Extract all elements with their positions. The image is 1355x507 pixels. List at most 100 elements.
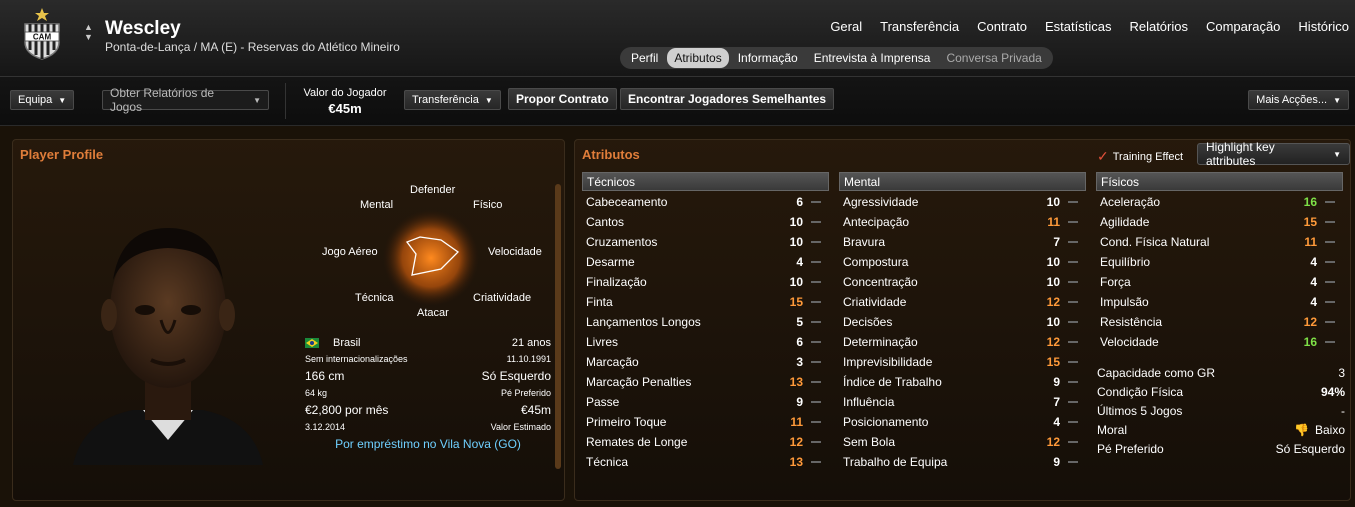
player-name: Wescley <box>105 18 181 39</box>
trend-dash-icon <box>811 281 821 283</box>
attributes-panel: Atributos ✓ Training Effect Highlight ke… <box>574 139 1351 501</box>
attribute-value: 10 <box>789 215 803 229</box>
attribute-name: Influência <box>843 395 895 409</box>
team-dropdown[interactable]: Equipa ▼ <box>10 90 75 110</box>
attribute-name: Compostura <box>843 255 909 269</box>
trend-dash-icon <box>1068 301 1078 303</box>
trend-dash-icon <box>1068 201 1078 203</box>
attribute-row[interactable]: Posicionamento 4 <box>839 412 1084 432</box>
nav-estatisticas[interactable]: Estatísticas <box>1045 19 1111 34</box>
attribute-row[interactable]: Lançamentos Longos 5 <box>582 312 827 332</box>
attribute-row[interactable]: Técnica 13 <box>582 452 827 472</box>
nav-geral[interactable]: Geral <box>830 19 862 34</box>
sub-tabs: Perfil Atributos Informação Entrevista à… <box>620 47 1053 69</box>
tab-entrevista[interactable]: Entrevista à Imprensa <box>807 48 938 68</box>
attribute-value: 16 <box>1303 195 1317 209</box>
trend-dash-icon <box>811 341 821 343</box>
weight: 64 kg <box>305 388 328 398</box>
attribute-row[interactable]: Imprevisibilidade 15 <box>839 352 1084 372</box>
attribute-row[interactable]: Trabalho de Equipa 9 <box>839 452 1084 472</box>
checkmark-icon: ✓ <box>1097 148 1109 164</box>
attribute-name: Cruzamentos <box>586 235 658 249</box>
gk-ability-value: 3 <box>1338 365 1345 380</box>
highlight-key-attributes-dropdown[interactable]: Highlight key attributes ▼ <box>1197 140 1350 168</box>
attribute-value: 13 <box>789 455 803 469</box>
attribute-row[interactable]: Finalização 10 <box>582 272 827 292</box>
attribute-row[interactable]: Desarme 4 <box>582 252 827 272</box>
attribute-row[interactable]: Resistência 12 <box>1096 312 1341 332</box>
attribute-row[interactable]: Agressividade 10 <box>839 192 1084 212</box>
attribute-row[interactable]: Passe 9 <box>582 392 827 412</box>
nav-transferencia[interactable]: Transferência <box>880 19 959 34</box>
player-switch-arrows-icon[interactable]: ▲ ▼ <box>84 22 93 42</box>
training-effect-toggle[interactable]: ✓ Training Effect <box>1097 148 1183 165</box>
trend-dash-icon <box>1068 321 1078 323</box>
attribute-row[interactable]: Antecipação 11 <box>839 212 1084 232</box>
attribute-row[interactable]: Influência 7 <box>839 392 1084 412</box>
attribute-row[interactable]: Força 4 <box>1096 272 1341 292</box>
attribute-row[interactable]: Índice de Trabalho 9 <box>839 372 1084 392</box>
attribute-row[interactable]: Bravura 7 <box>839 232 1084 252</box>
attribute-row[interactable]: Livres 6 <box>582 332 827 352</box>
more-actions-dropdown[interactable]: Mais Acções... ▼ <box>1248 90 1349 110</box>
attribute-row[interactable]: Cabeceamento 6 <box>582 192 827 212</box>
attribute-value: 3 <box>796 355 803 369</box>
attribute-row[interactable]: Concentração 10 <box>839 272 1084 292</box>
transfer-dropdown[interactable]: Transferência ▼ <box>404 90 501 110</box>
attribute-row[interactable]: Marcação 3 <box>582 352 827 372</box>
trend-dash-icon <box>811 401 821 403</box>
attribute-row[interactable]: Finta 15 <box>582 292 827 312</box>
player-info: Brasil 21 anos Sem internacionalizações … <box>305 334 551 435</box>
preferred-foot-label: Pé Preferido <box>500 388 551 398</box>
attribute-row[interactable]: Cruzamentos 10 <box>582 232 827 252</box>
attribute-name: Índice de Trabalho <box>843 375 942 389</box>
tab-informacao[interactable]: Informação <box>731 48 805 68</box>
trend-dash-icon <box>1068 461 1078 463</box>
attribute-value: 10 <box>789 235 803 249</box>
attribute-value: 10 <box>1046 275 1060 289</box>
profile-scrollbar[interactable] <box>555 184 561 469</box>
attribute-row[interactable]: Cantos 10 <box>582 212 827 232</box>
attribute-name: Finalização <box>586 275 647 289</box>
tab-atributos[interactable]: Atributos <box>667 48 729 68</box>
reports-dropdown[interactable]: Obter Relatórios de Jogos ▼ <box>102 86 269 114</box>
trend-dash-icon <box>1325 281 1335 283</box>
club-crest-icon[interactable]: CAM <box>22 8 62 60</box>
attribute-row[interactable]: Decisões 10 <box>839 312 1084 332</box>
nav-relatorios[interactable]: Relatórios <box>1129 19 1188 34</box>
nav-comparacao[interactable]: Comparação <box>1206 19 1280 34</box>
attribute-row[interactable]: Primeiro Toque 11 <box>582 412 827 432</box>
find-similar-label: Encontrar Jogadores Semelhantes <box>628 92 827 106</box>
attribute-row[interactable]: Cond. Física Natural 11 <box>1096 232 1341 252</box>
attribute-row[interactable]: Criatividade 12 <box>839 292 1084 312</box>
preferred-foot-label: Pé Preferido <box>1097 441 1164 456</box>
attribute-name: Finta <box>586 295 613 309</box>
attribute-row[interactable]: Compostura 10 <box>839 252 1084 272</box>
attribute-name: Agilidade <box>1100 215 1150 229</box>
attribute-name: Decisões <box>843 315 893 329</box>
attribute-row[interactable]: Marcação Penalties 13 <box>582 372 827 392</box>
divider <box>285 83 286 119</box>
nav-historico[interactable]: Histórico <box>1298 19 1349 34</box>
attribute-row[interactable]: Determinação 12 <box>839 332 1084 352</box>
chevron-down-icon: ▼ <box>58 95 67 105</box>
attribute-row[interactable]: Velocidade 16 <box>1096 332 1341 352</box>
nav-contrato[interactable]: Contrato <box>977 19 1027 34</box>
find-similar-button[interactable]: Encontrar Jogadores Semelhantes <box>620 88 835 110</box>
trend-dash-icon <box>811 261 821 263</box>
attribute-row[interactable]: Remates de Longe 12 <box>582 432 827 452</box>
trend-dash-icon <box>1068 381 1078 383</box>
attribute-name: Desarme <box>586 255 635 269</box>
attribute-row[interactable]: Aceleração 16 <box>1096 192 1341 212</box>
tab-conversa-privada[interactable]: Conversa Privada <box>939 48 1048 68</box>
attribute-row[interactable]: Impulsão 4 <box>1096 292 1341 312</box>
loan-status-link[interactable]: Por empréstimo no Vila Nova (GO) <box>305 437 551 451</box>
radar-label-defender: Defender <box>410 184 456 196</box>
attribute-row[interactable]: Equilíbrio 4 <box>1096 252 1341 272</box>
offer-contract-button[interactable]: Propor Contrato <box>508 88 617 110</box>
attribute-row[interactable]: Sem Bola 12 <box>839 432 1084 452</box>
attribute-row[interactable]: Agilidade 15 <box>1096 212 1341 232</box>
tab-perfil[interactable]: Perfil <box>624 48 665 68</box>
chevron-down-icon: ▼ <box>484 95 493 105</box>
attribute-value: 6 <box>796 195 803 209</box>
